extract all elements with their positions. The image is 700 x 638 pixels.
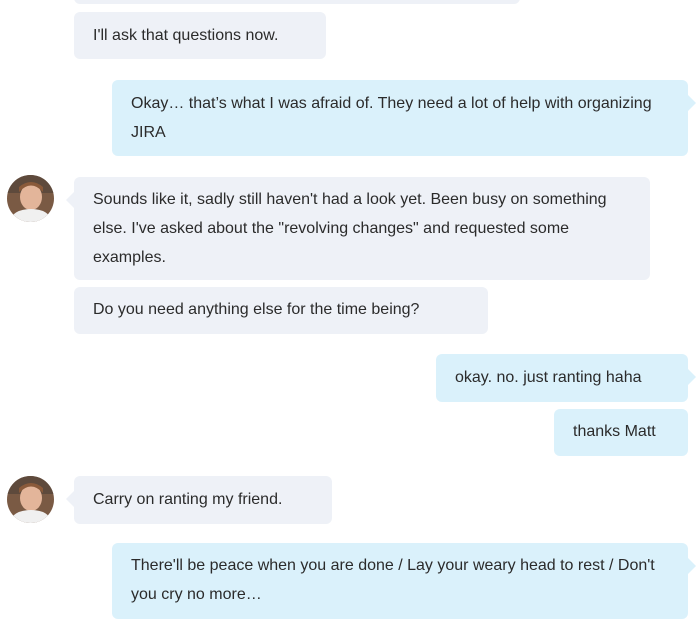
incoming-message-bubble: I'll ask that questions now. [74, 12, 326, 59]
outgoing-message-bubble: okay. no. just ranting haha [436, 354, 696, 402]
outgoing-message-bubble: Okay… that’s what I was afraid of. They … [112, 80, 696, 156]
incoming-message-bubble: Do you need anything else for the time b… [74, 287, 488, 334]
message-text: thanks Matt [573, 423, 656, 440]
message-text: I'll ask that questions now. [93, 27, 279, 44]
previous-message-bubble [74, 0, 520, 4]
avatar-photo-icon [7, 175, 54, 222]
contact-avatar[interactable] [7, 175, 54, 222]
message-text: okay. no. just ranting haha [455, 369, 642, 386]
chat-transcript: I'll ask that questions now. Okay… that’… [0, 0, 700, 638]
incoming-message-bubble: Carry on ranting my friend. [66, 476, 332, 524]
message-text: Sounds like it, sadly still haven't had … [93, 191, 607, 266]
message-text: Carry on ranting my friend. [93, 491, 283, 508]
outgoing-message-bubble: thanks Matt [554, 409, 688, 456]
message-text: Do you need anything else for the time b… [93, 301, 420, 318]
outgoing-message-bubble: There'll be peace when you are done / La… [112, 543, 696, 619]
message-text: Okay… that’s what I was afraid of. They … [131, 95, 652, 141]
message-text: There'll be peace when you are done / La… [131, 557, 655, 603]
avatar-photo-icon [7, 476, 54, 523]
contact-avatar[interactable] [7, 476, 54, 523]
incoming-message-bubble: Sounds like it, sadly still haven't had … [66, 177, 650, 280]
